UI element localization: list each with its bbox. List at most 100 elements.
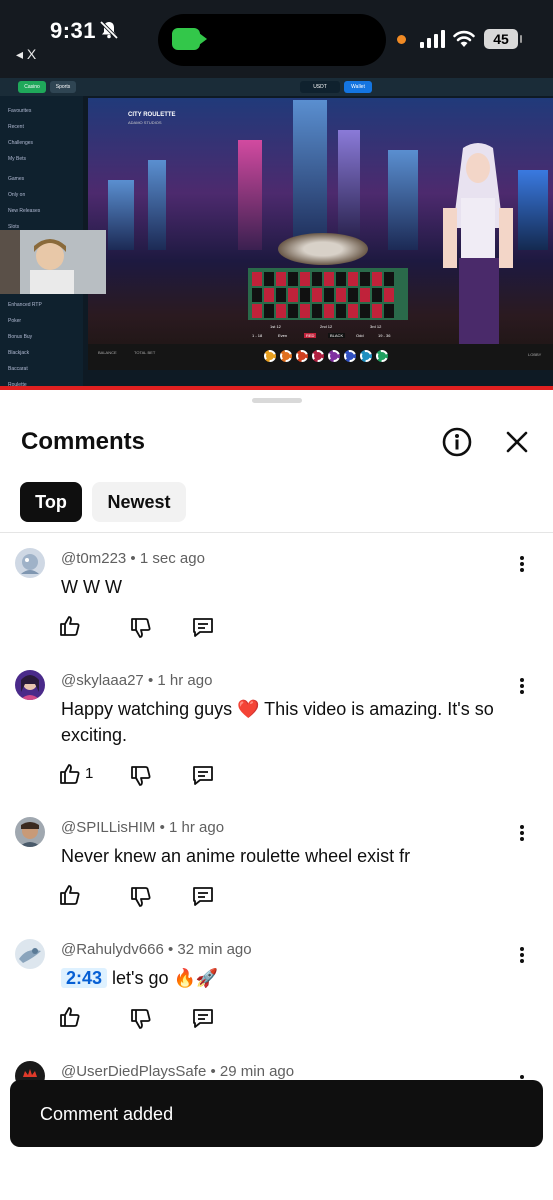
balance-label: BALANCE	[98, 350, 117, 355]
dislike-icon[interactable]	[129, 885, 153, 909]
close-icon[interactable]	[503, 428, 531, 456]
filter-chip-top[interactable]: Top	[20, 482, 82, 522]
comment-time: 29 min ago	[219, 1063, 295, 1080]
bet-chip	[296, 350, 308, 362]
avatar[interactable]	[15, 817, 45, 847]
board-label: 1 - 18	[252, 333, 263, 338]
bet-chip	[328, 350, 340, 362]
dislike-icon[interactable]	[129, 1007, 153, 1031]
more-options-icon[interactable]	[514, 823, 530, 843]
sidebar-item: Baccarat	[8, 366, 28, 372]
comment-time: 1 hr ago	[169, 819, 225, 836]
status-bar: 9:31 ◂ X 45	[0, 0, 553, 78]
comment-meta: @skylaaa27 • 1 hr ago	[61, 672, 213, 689]
sidebar-item: Challenges	[8, 140, 34, 146]
comment-item: @SPILLisHIM • 1 hr ago Never knew an ani…	[0, 817, 553, 917]
like-icon[interactable]	[58, 883, 82, 907]
comment-meta: @t0m223 • 1 sec ago	[61, 550, 205, 567]
like-icon[interactable]	[58, 614, 82, 638]
board-label: BLACK	[328, 333, 346, 338]
reply-icon[interactable]	[191, 1006, 215, 1030]
sidebar-item: Recent	[8, 124, 24, 130]
sidebar-item: New Releases	[8, 208, 41, 214]
recording-dot-icon	[397, 35, 406, 44]
comment-meta: @UserDiedPlaysSafe • 29 min ago	[61, 1063, 295, 1080]
comment-item: @t0m223 • 1 sec ago W W W	[0, 548, 553, 648]
reply-icon[interactable]	[191, 763, 215, 787]
anime-character-dealer	[443, 143, 513, 370]
bet-chip	[360, 350, 372, 362]
total-bet-label: TOTAL BET	[134, 350, 156, 355]
casino-site-header: Casino Sports USDT Wallet	[0, 78, 553, 96]
comment-author[interactable]: @skylaaa27	[61, 672, 144, 689]
reply-icon[interactable]	[191, 884, 215, 908]
comment-text: let's go 🔥🚀	[112, 968, 219, 988]
board-label: RED	[304, 333, 317, 338]
toast-message: Comment added	[40, 1104, 174, 1124]
comment-meta: @SPILLisHIM • 1 hr ago	[61, 819, 225, 836]
drag-handle[interactable]	[252, 398, 302, 403]
more-options-icon[interactable]	[514, 676, 530, 696]
camera-active-icon	[172, 28, 207, 50]
comment-time: 1 hr ago	[157, 672, 213, 689]
comment-item: @skylaaa27 • 1 hr ago Happy watching guy…	[0, 670, 553, 800]
cellular-signal-icon	[420, 30, 446, 48]
sidebar-item: Games	[8, 176, 25, 182]
reply-icon[interactable]	[191, 615, 215, 639]
bet-chip	[376, 350, 388, 362]
lobby-label: LOBBY	[528, 352, 542, 357]
skyscraper	[293, 100, 327, 250]
more-options-icon[interactable]	[514, 554, 530, 574]
avatar[interactable]	[15, 939, 45, 969]
bet-chip	[280, 350, 292, 362]
back-to-app-link[interactable]: ◂ X	[16, 46, 36, 63]
skyscraper	[148, 160, 166, 250]
board-label: 1st 12	[270, 324, 281, 329]
skyscraper	[238, 140, 262, 250]
comment-body: 2:43 let's go 🔥🚀	[61, 965, 521, 991]
sidebar-item: Favourites	[8, 108, 32, 114]
sidebar-item: Poker	[8, 318, 22, 324]
divider	[0, 532, 553, 533]
video-player[interactable]: Casino Sports USDT Wallet Favourites Rec…	[0, 78, 553, 390]
site-wallet-button: Wallet	[344, 81, 372, 93]
comment-author[interactable]: @t0m223	[61, 550, 126, 567]
sidebar-item: Blackjack	[8, 350, 30, 356]
streamer-webcam	[0, 230, 106, 294]
skyscraper	[388, 150, 418, 250]
board-label: 19 - 36	[378, 333, 391, 338]
sidebar-item: My Bets	[8, 156, 27, 162]
wifi-icon	[453, 30, 475, 47]
avatar[interactable]	[15, 548, 45, 578]
dislike-icon[interactable]	[129, 616, 153, 640]
roulette-betting-board	[248, 268, 408, 320]
comment-text: Happy watching guys ❤️ This video is ama…	[61, 699, 494, 745]
timestamp-link[interactable]: 2:43	[61, 968, 108, 988]
avatar[interactable]	[15, 670, 45, 700]
like-count: 1	[85, 765, 94, 782]
dislike-icon[interactable]	[129, 764, 153, 788]
bet-chip	[344, 350, 356, 362]
battery-indicator: 45	[484, 29, 522, 49]
snackbar-toast: Comment added	[10, 1080, 543, 1147]
comment-author[interactable]: @UserDiedPlaysSafe	[61, 1063, 206, 1080]
site-tab-casino: Casino	[18, 81, 46, 93]
comment-meta: @Rahulydv666 • 32 min ago	[61, 941, 252, 958]
bet-chip	[264, 350, 276, 362]
game-title: CITY ROULETTE	[128, 112, 176, 118]
info-icon[interactable]	[441, 426, 473, 458]
like-icon[interactable]	[58, 762, 82, 786]
site-tab-sports: Sports	[50, 81, 76, 93]
board-labels: 1st 12 2nd 12 3rd 12 1 - 18 Even RED BLA…	[248, 324, 408, 344]
comment-author[interactable]: @SPILLisHIM	[61, 819, 155, 836]
filter-chip-newest[interactable]: Newest	[92, 482, 186, 522]
comment-author[interactable]: @Rahulydv666	[61, 941, 164, 958]
more-options-icon[interactable]	[514, 945, 530, 965]
comments-title: Comments	[21, 428, 146, 455]
skyscraper	[108, 180, 134, 250]
comment-time: 32 min ago	[177, 941, 252, 958]
streamer-figure	[0, 230, 106, 294]
roulette-game-scene: CITY ROULETTE ADAMO STUDIOS 1st 12 2nd 1…	[88, 98, 553, 370]
like-icon[interactable]	[58, 1005, 82, 1029]
skyscraper	[338, 130, 360, 250]
